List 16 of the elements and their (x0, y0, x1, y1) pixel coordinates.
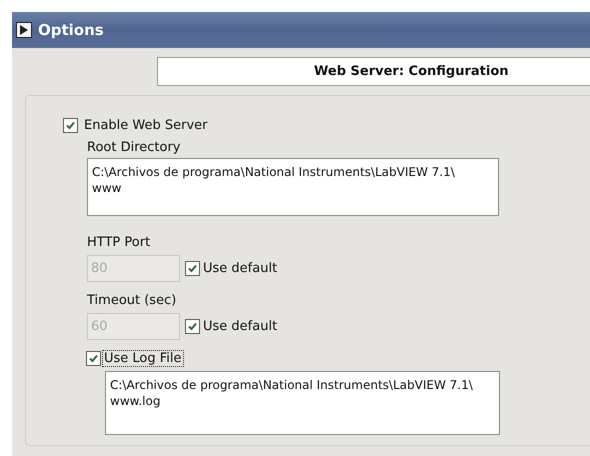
app-icon (16, 22, 32, 38)
checkbox[interactable] (86, 350, 101, 366)
checkbox-label[interactable]: Enable Web Server (83, 118, 209, 132)
field-label: HTTP Port (87, 234, 152, 252)
check-icon (187, 263, 198, 274)
text-area[interactable]: C:\Archivos de programa\National Instruments\LabVIEW 7.1\ www.log (105, 371, 500, 435)
check-icon (65, 120, 76, 130)
field-label: Root Directory (87, 139, 182, 157)
text-area[interactable]: C:\Archivos de programa\National Instruments\LabVIEW 7.1\ www (87, 158, 499, 216)
section-header: Web Server: Configuration (157, 57, 590, 86)
check-icon (187, 321, 198, 332)
checkbox-label[interactable]: Use Log File (103, 350, 183, 366)
window-title: Options (38, 21, 104, 39)
check-icon (88, 352, 99, 364)
checkbox[interactable] (63, 118, 78, 132)
field-label: Timeout (sec) (87, 292, 178, 310)
